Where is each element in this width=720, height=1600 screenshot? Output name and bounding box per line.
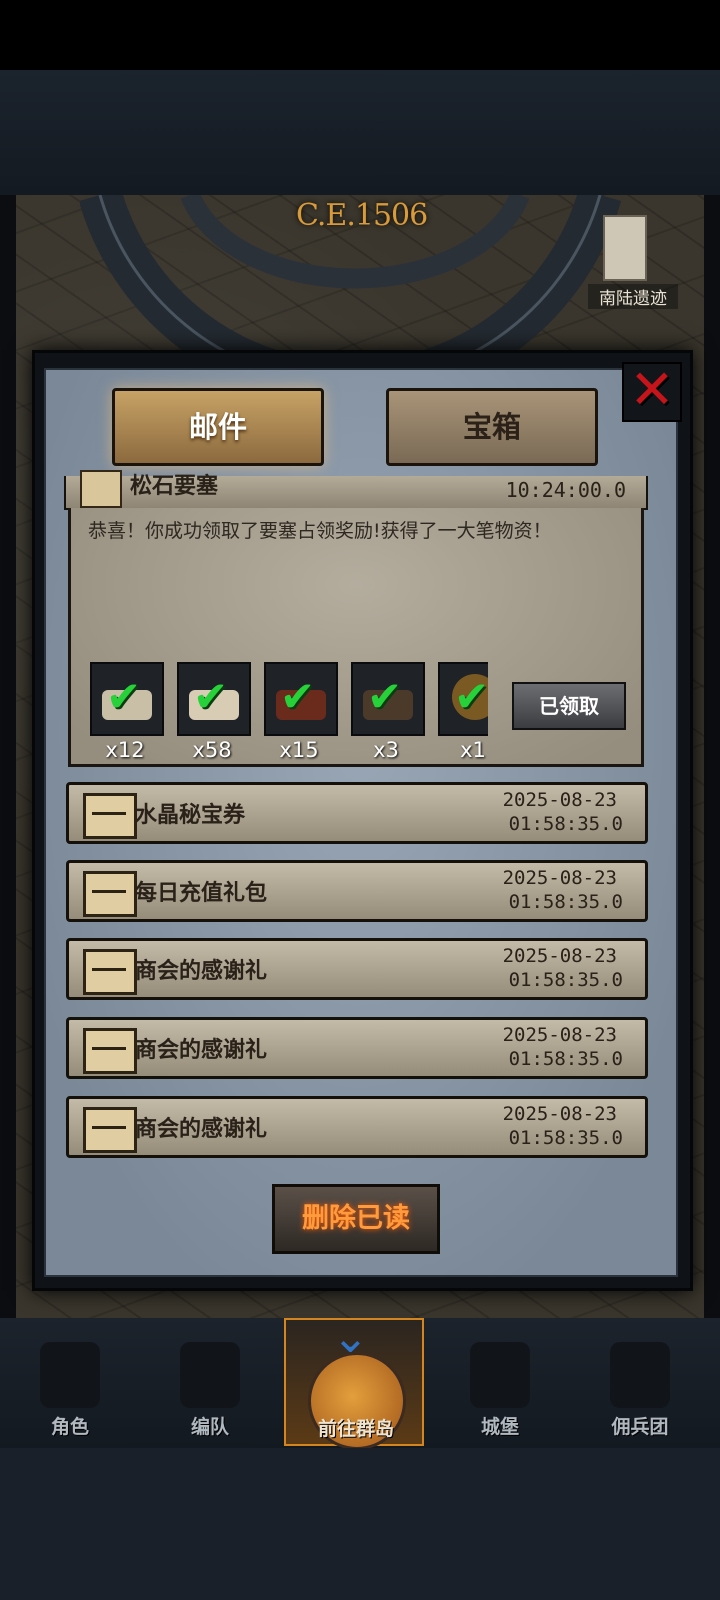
mail-title: 商会的感谢礼 xyxy=(135,1038,268,1063)
expanded-mail-time: 10:24:00.0 xyxy=(505,478,626,502)
formation-icon xyxy=(180,1342,240,1408)
mail-chest-icon xyxy=(83,871,137,917)
mail-date: 2025-08-23 xyxy=(502,867,617,889)
mercenary-banner-icon xyxy=(610,1342,670,1408)
nav-label: 佣兵团 xyxy=(611,1416,669,1438)
castle-icon xyxy=(470,1342,530,1408)
mail-chest-icon xyxy=(83,793,137,839)
mail-chest-icon xyxy=(83,949,137,995)
claimed-button[interactable]: 已领取 xyxy=(512,682,626,730)
checkmark-icon: ✔ xyxy=(106,672,142,721)
chevron-down-icon: ⌄ xyxy=(332,1312,369,1363)
mail-time: 01:58:35.0 xyxy=(508,969,623,991)
nav-label: 前往群岛 xyxy=(317,1418,394,1440)
close-icon: ✕ xyxy=(629,358,675,421)
mail-chest-icon xyxy=(83,1028,137,1074)
mail-message: 恭喜！你成功领取了要塞占领奖励!获得了一大笔物资！ xyxy=(88,520,552,542)
mail-chest-icon xyxy=(80,470,122,508)
mail-row[interactable]: 商会的感谢礼 2025-08-23 01:58:35.0 xyxy=(66,938,648,1000)
expanded-mail-header[interactable]: 松石要塞 10:24:00.0 xyxy=(64,470,648,510)
mail-row[interactable]: 商会的感谢礼 2025-08-23 01:58:35.0 xyxy=(66,1096,648,1158)
reward-slot-clipped[interactable]: ✔ x1 xyxy=(438,660,488,760)
nav-label: 角色 xyxy=(50,1416,89,1438)
nav-label: 编队 xyxy=(190,1416,229,1438)
reward-slot[interactable]: ✔ xyxy=(351,662,425,736)
mail-date: 2025-08-23 xyxy=(502,1103,617,1125)
mail-time: 01:58:35.0 xyxy=(508,1127,623,1149)
nav-item-castle[interactable]: 城堡 xyxy=(430,1318,570,1446)
mail-row[interactable]: 商会的感谢礼 2025-08-23 01:58:35.0 xyxy=(66,1017,648,1079)
nav-label: 城堡 xyxy=(480,1416,519,1438)
mail-title: 商会的感谢礼 xyxy=(135,959,268,984)
checkmark-icon: ✔ xyxy=(367,672,403,721)
nav-item-character[interactable]: 角色 xyxy=(0,1318,140,1446)
mail-date: 2025-08-23 xyxy=(502,789,617,811)
expanded-mail-title: 松石要塞 xyxy=(130,474,219,499)
delete-read-button[interactable]: 删除已读 xyxy=(272,1184,440,1254)
reward-qty: x12 xyxy=(105,738,145,762)
top-band xyxy=(0,70,720,195)
status-bar xyxy=(0,0,720,70)
mail-time: 01:58:35.0 xyxy=(508,891,623,913)
reward-qty: x15 xyxy=(279,738,319,762)
reward-qty: x1 xyxy=(460,738,486,760)
checkmark-icon: ✔ xyxy=(280,672,316,721)
mail-date: 2025-08-23 xyxy=(502,1024,617,1046)
reward-slot[interactable]: ✔ xyxy=(264,662,338,736)
reward-slot[interactable]: ✔ xyxy=(90,662,164,736)
mail-time: 01:58:35.0 xyxy=(508,813,623,835)
reward-qty: x3 xyxy=(373,738,399,762)
checkmark-icon: ✔ xyxy=(454,672,488,721)
ruins-tower-icon[interactable] xyxy=(603,215,647,281)
mail-row[interactable]: 水晶秘宝券 2025-08-23 01:58:35.0 xyxy=(66,782,648,844)
ruins-location-label[interactable]: 南陆遗迹 xyxy=(588,284,678,309)
nav-item-mercenaries[interactable]: 佣兵团 xyxy=(570,1318,710,1446)
mail-date: 2025-08-23 xyxy=(502,945,617,967)
tab-mail[interactable]: 邮件 xyxy=(112,388,324,466)
reward-slot[interactable]: ✔ xyxy=(177,662,251,736)
era-label: C.E.1506 xyxy=(296,198,428,233)
nav-item-formation[interactable]: 编队 xyxy=(140,1318,280,1446)
close-button[interactable]: ✕ xyxy=(622,362,682,422)
nav-item-islands[interactable]: ⌄ 前往群岛 xyxy=(284,1312,424,1450)
mail-time: 01:58:35.0 xyxy=(508,1048,623,1070)
reward-qty: x58 xyxy=(192,738,232,762)
reward-slot[interactable]: ✔ xyxy=(438,662,488,736)
mail-row[interactable]: 每日充值礼包 2025-08-23 01:58:35.0 xyxy=(66,860,648,922)
mail-title: 水晶秘宝券 xyxy=(135,803,246,828)
mail-title: 商会的感谢礼 xyxy=(135,1117,268,1142)
knight-helmet-icon xyxy=(40,1342,100,1408)
checkmark-icon: ✔ xyxy=(193,672,229,721)
bottom-background xyxy=(0,1448,720,1600)
mail-title: 每日充值礼包 xyxy=(135,881,268,906)
tab-chest[interactable]: 宝箱 xyxy=(386,388,598,466)
mail-chest-icon xyxy=(83,1107,137,1153)
